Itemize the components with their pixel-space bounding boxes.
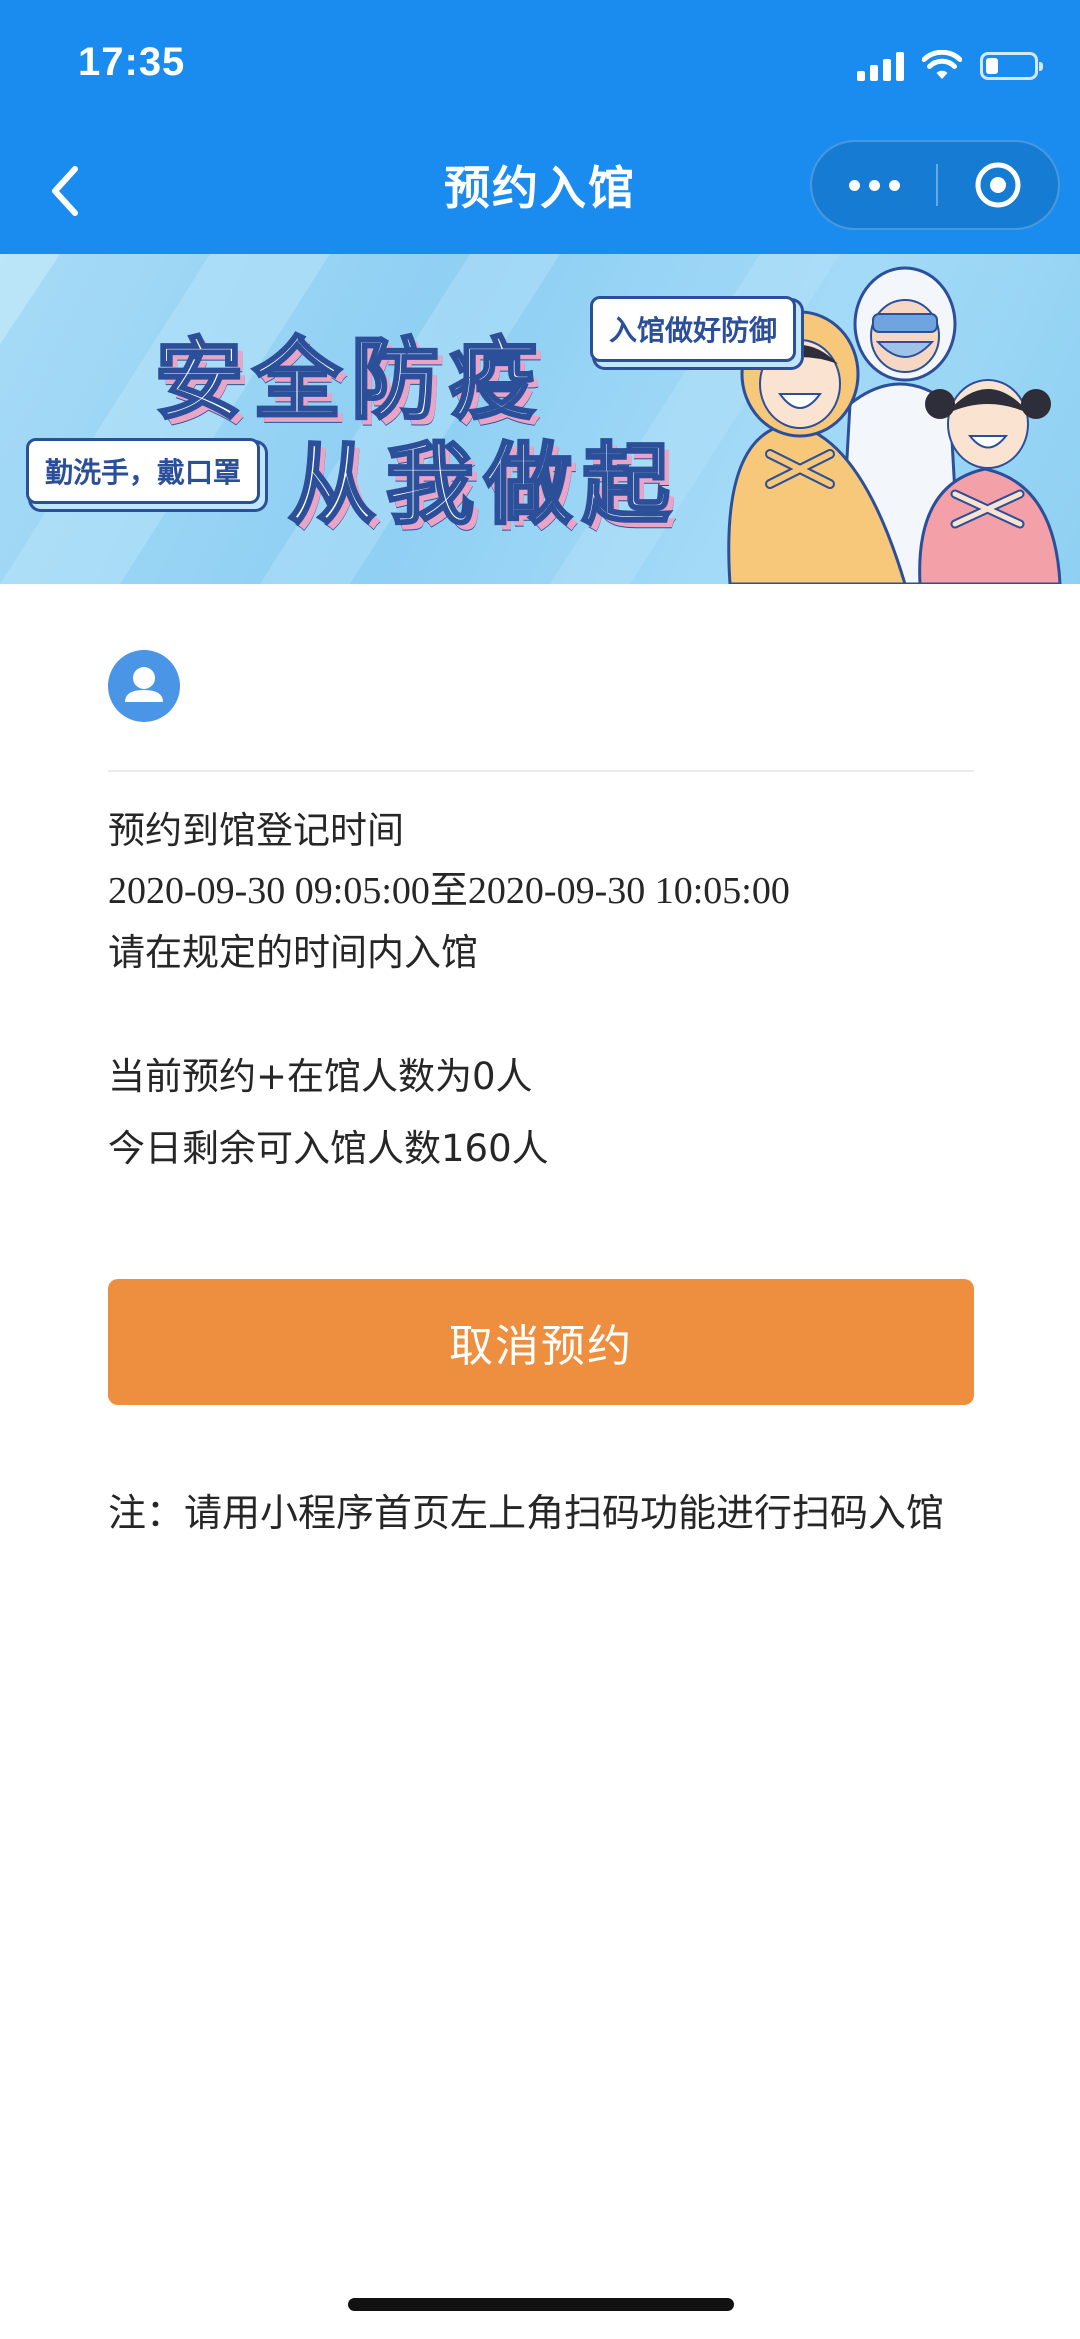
banner-slogan-line2: 从我做起 — [286, 432, 681, 538]
more-dots-icon — [848, 179, 860, 191]
home-indicator[interactable] — [348, 2298, 734, 2311]
target-close-icon — [975, 162, 1021, 208]
more-dot — [888, 179, 900, 191]
divider — [108, 770, 974, 772]
status-time: 17:35 — [78, 40, 186, 84]
banner: 安全防疫 从我做起 入馆做好防御 勤洗手，戴口罩 — [0, 254, 1080, 584]
app-screen: 17:35 预约入馆 安全防疫 从我做起 入馆做好防御 勤洗手，戴口罩 预约到馆… — [0, 0, 1080, 2339]
banner-tag-protection: 入馆做好防御 — [590, 296, 797, 362]
remaining-capacity-text: 今日剩余可入馆人数160人 — [108, 1127, 549, 1170]
scan-note: 注：请用小程序首页左上角扫码功能进行扫码入馆 — [108, 1491, 945, 1535]
close-miniprogram-button[interactable] — [938, 142, 1058, 228]
reservation-instruction: 请在规定的时间内入馆 — [108, 931, 478, 974]
miniprogram-capsule — [810, 140, 1060, 230]
battery-icon — [980, 52, 1043, 80]
current-count-text: 当前预约+在馆人数为0人 — [108, 1055, 533, 1098]
cellular-signal-icon — [857, 51, 904, 81]
cancel-reservation-button[interactable]: 取消预约 — [108, 1279, 974, 1405]
banner-tag-handwash: 勤洗手，戴口罩 — [26, 438, 261, 504]
more-dot — [868, 179, 880, 191]
user-icon — [125, 667, 163, 702]
top-bar: 17:35 预约入馆 — [0, 0, 1080, 254]
status-icons — [857, 46, 1043, 86]
reservation-heading: 预约到馆登记时间 — [108, 809, 404, 852]
reservation-info: 预约到馆登记时间 2020-09-30 09:05:00至2020-09-30 … — [108, 800, 974, 1185]
wifi-icon — [922, 50, 962, 79]
battery-level — [986, 58, 998, 74]
avatar — [108, 650, 180, 722]
reservation-time-range: 2020-09-30 09:05:00至2020-09-30 10:05:00 — [108, 870, 790, 912]
more-button[interactable] — [812, 142, 936, 228]
